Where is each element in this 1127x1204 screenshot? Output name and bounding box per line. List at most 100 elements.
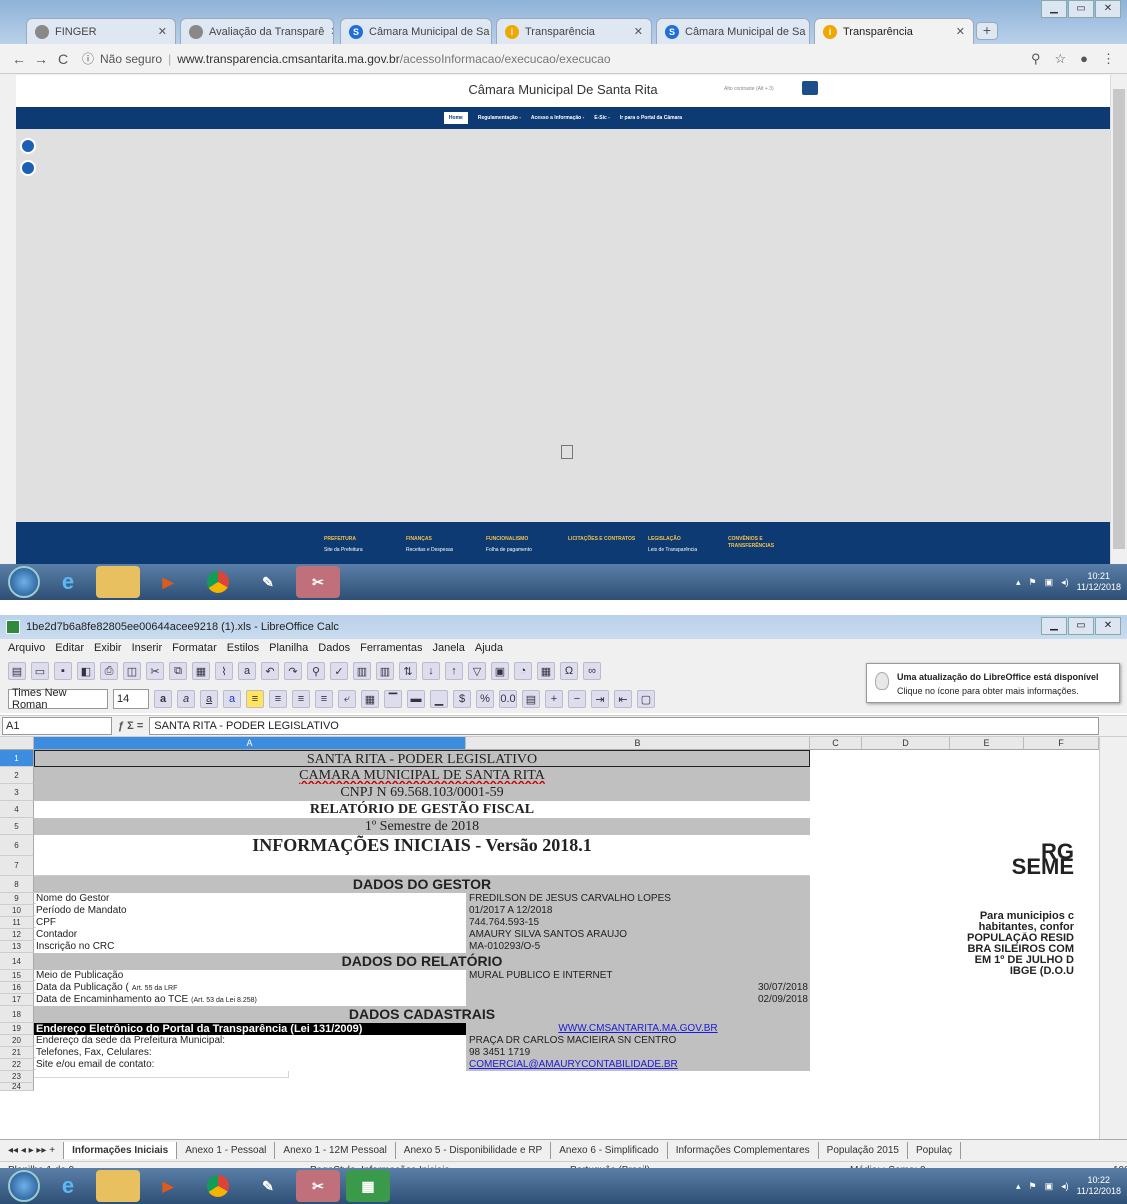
- email-link[interactable]: COMERCIAL@AMAURYCONTABILIDADE.BR: [466, 1059, 810, 1071]
- portal-label[interactable]: Endereço Eletrônico do Portal da Transpa…: [34, 1023, 466, 1035]
- spreadsheet-grid[interactable]: A B C D E F 1 2 3 4 5 6 7 8 9 10 11 12 13 14 15 16 17 18 19 20 21 2…: [0, 737, 1099, 1139]
- close-window-button[interactable]: ✕: [1095, 0, 1121, 18]
- title-cnpj[interactable]: CNPJ N 69.568.103/0001-59: [34, 784, 810, 801]
- nav-home[interactable]: Home: [443, 112, 468, 124]
- empty-row[interactable]: [34, 856, 810, 876]
- outdent-icon[interactable]: ⇤: [614, 690, 632, 708]
- zoom-icon[interactable]: ⚲: [1031, 51, 1041, 67]
- row-header[interactable]: 11: [0, 917, 34, 929]
- column-header[interactable]: D: [862, 737, 950, 750]
- footer-link[interactable]: Leis de Transparência: [648, 547, 718, 554]
- flag-icon[interactable]: ⚑: [1029, 1181, 1037, 1192]
- row-header[interactable]: 12: [0, 929, 34, 941]
- delete-decimal-icon[interactable]: −: [568, 690, 586, 708]
- sheet-tab[interactable]: Anexo 1 - Pessoal: [177, 1142, 276, 1159]
- flag-icon[interactable]: ⚑: [1029, 577, 1037, 588]
- row-header[interactable]: 9: [0, 893, 34, 905]
- sheet-tab[interactable]: Informações Iniciais: [64, 1142, 178, 1159]
- menu-item[interactable]: Dados: [318, 642, 350, 654]
- print-preview-icon[interactable]: ◫: [123, 662, 141, 680]
- number-format-icon[interactable]: 0.0: [499, 690, 517, 708]
- menu-item[interactable]: Janela: [432, 642, 464, 654]
- clock[interactable]: 10:22 11/12/2018: [1077, 1175, 1121, 1197]
- sheet-tab[interactable]: Anexo 6 - Simplificado: [551, 1142, 668, 1159]
- sheet-tab[interactable]: Anexo 1 - 12M Pessoal: [275, 1142, 396, 1159]
- media-player-icon[interactable]: ▶: [146, 566, 190, 598]
- sheet-tab[interactable]: População 2015: [819, 1142, 908, 1159]
- browser-tab[interactable]: S Câmara Municipal de Sa✕: [656, 18, 810, 44]
- nav-portal-camara[interactable]: Ir para o Portal da Câmara: [620, 115, 682, 121]
- field-label[interactable]: Contador: [36, 929, 466, 941]
- field-value[interactable]: PRAÇA DR CARLOS MACIEIRA SN CENTRO: [466, 1035, 810, 1047]
- clone-format-icon[interactable]: ⌇: [215, 662, 233, 680]
- nav-esic[interactable]: E-Sic -: [594, 115, 610, 121]
- chart-icon[interactable]: ◔: [514, 662, 532, 680]
- field-value[interactable]: AMAURY SILVA SANTOS ARAUJO: [466, 929, 810, 941]
- row-header[interactable]: 5: [0, 818, 34, 835]
- footer-column[interactable]: LICITAÇÕES E CONTRATOS: [568, 536, 638, 547]
- calc-task-icon[interactable]: ▦: [346, 1170, 390, 1202]
- row-header[interactable]: 19: [0, 1023, 34, 1035]
- name-box[interactable]: A1: [2, 717, 112, 735]
- menu-item[interactable]: Inserir: [132, 642, 163, 654]
- start-button[interactable]: [8, 566, 40, 598]
- sort-asc-icon[interactable]: ↓: [422, 662, 440, 680]
- browser-tab[interactable]: i Transparência ✕: [814, 18, 974, 44]
- column-header[interactable]: C: [810, 737, 862, 750]
- field-value[interactable]: MURAL PUBLICO E INTERNET: [466, 970, 810, 982]
- add-decimal-icon[interactable]: +: [545, 690, 563, 708]
- close-button[interactable]: ✕: [1095, 617, 1121, 635]
- section-dados-gestor[interactable]: DADOS DO GESTOR: [34, 876, 810, 893]
- save-icon[interactable]: ▪: [54, 662, 72, 680]
- accessibility-icon[interactable]: [802, 81, 818, 95]
- tray-arrow-icon[interactable]: ▴: [1016, 577, 1021, 588]
- font-name-box[interactable]: Times New Roman: [8, 687, 108, 711]
- restore-button[interactable]: ▭: [1068, 617, 1094, 635]
- row-header[interactable]: 7: [0, 856, 34, 876]
- row-header[interactable]: 15: [0, 970, 34, 982]
- paint-icon[interactable]: ✎: [246, 566, 290, 598]
- row-header[interactable]: 16: [0, 982, 34, 994]
- maximize-button[interactable]: ▭: [1068, 0, 1094, 18]
- footer-column[interactable]: PREFEITURA Site da Prefeitura: [324, 536, 394, 554]
- column-icon[interactable]: ▥: [376, 662, 394, 680]
- menu-item[interactable]: Ajuda: [475, 642, 503, 654]
- borders-icon[interactable]: ▢: [637, 690, 655, 708]
- corner-select-all[interactable]: [0, 737, 34, 750]
- column-header[interactable]: B: [466, 737, 810, 750]
- function-wizard-icon[interactable]: ƒ Σ =: [118, 720, 143, 732]
- volume-icon[interactable]: ◂): [1061, 1181, 1069, 1192]
- align-bottom-icon[interactable]: ▁: [430, 690, 448, 708]
- browser-tab[interactable]: FINGER ✕: [26, 18, 176, 44]
- footer-column[interactable]: FUNCIONALISMO Folha de pagamento: [486, 536, 556, 554]
- network-icon[interactable]: ▣: [1045, 1181, 1054, 1192]
- field-value[interactable]: 01/2017 A 12/2018: [466, 905, 810, 917]
- vlibras-icon[interactable]: [20, 138, 36, 154]
- close-tab-icon[interactable]: ✕: [324, 25, 333, 38]
- menu-item[interactable]: Estilos: [227, 642, 259, 654]
- title-semestre[interactable]: 1º Semestre de 2018: [34, 818, 810, 835]
- field-label[interactable]: Data de Encaminhamento ao TCE (Art. 53 da…: [36, 994, 466, 1006]
- menu-icon[interactable]: ⋮: [1102, 51, 1115, 67]
- footer-link[interactable]: Receitas e Despesas: [406, 547, 476, 554]
- align-left-icon[interactable]: ≡: [269, 690, 287, 708]
- close-tab-icon[interactable]: ✕: [628, 25, 643, 38]
- close-tab-icon[interactable]: ✕: [489, 25, 491, 38]
- new-tab-button[interactable]: +: [976, 22, 998, 40]
- close-tab-icon[interactable]: ✕: [805, 25, 809, 38]
- field-label[interactable]: Nome do Gestor: [36, 893, 466, 905]
- grid-cell[interactable]: [0, 1070, 289, 1078]
- menu-item[interactable]: Planilha: [269, 642, 308, 654]
- tool-icon[interactable]: ✂: [296, 566, 340, 598]
- folder-icon[interactable]: [96, 1170, 140, 1202]
- volume-icon[interactable]: ◂): [1061, 577, 1069, 588]
- title-camara[interactable]: CAMARA MUNICIPAL DE SANTA RITA: [34, 767, 810, 784]
- row-header[interactable]: 8: [0, 876, 34, 893]
- minimize-button[interactable]: ▁: [1041, 617, 1067, 635]
- align-middle-icon[interactable]: ▬: [407, 690, 425, 708]
- field-value[interactable]: MA-010293/O-5: [466, 941, 810, 953]
- field-label[interactable]: CPF: [36, 917, 466, 929]
- row-header[interactable]: 4: [0, 801, 34, 818]
- tray-arrow-icon[interactable]: ▴: [1016, 1181, 1021, 1192]
- wrap-text-icon[interactable]: ⤶: [338, 690, 356, 708]
